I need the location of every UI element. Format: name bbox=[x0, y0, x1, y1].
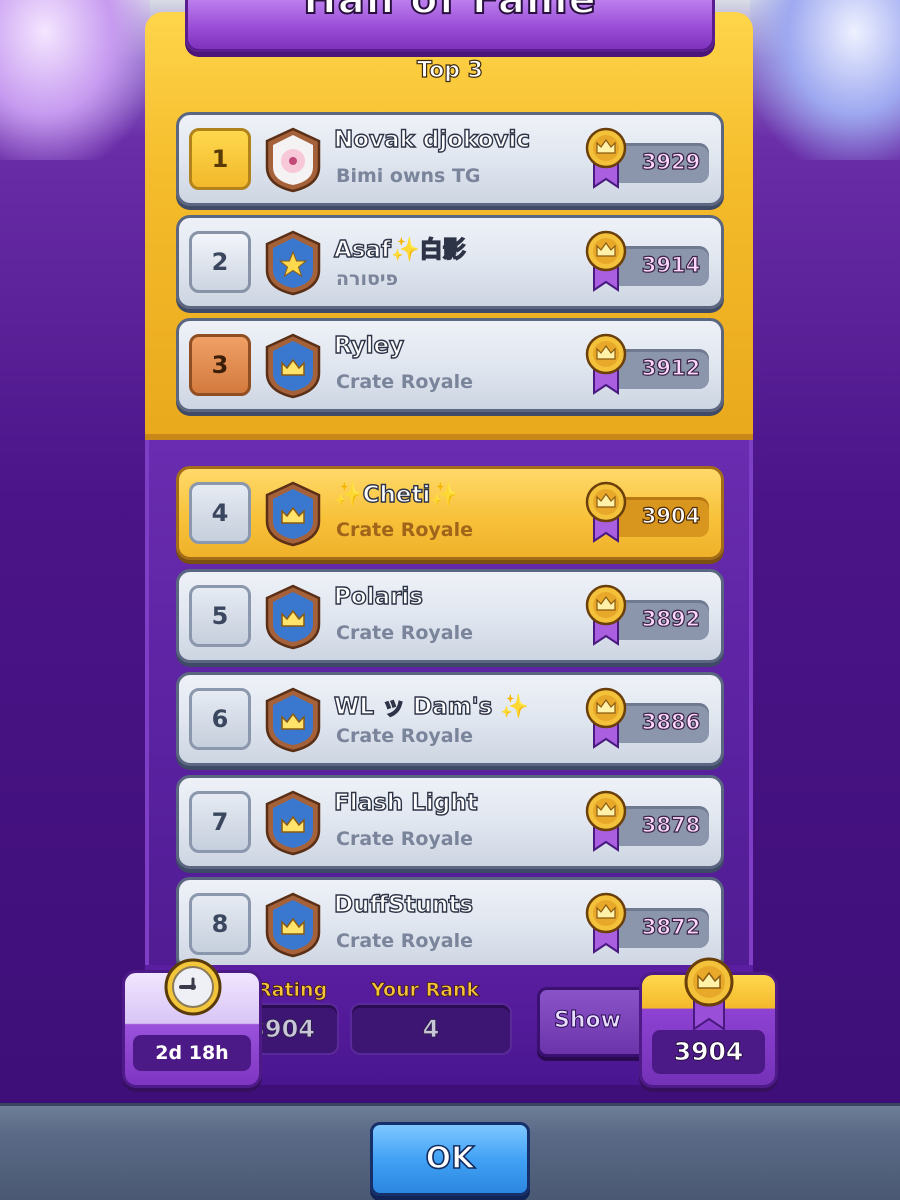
rank-box: 7 bbox=[189, 791, 251, 853]
trophy-value: 3929 bbox=[641, 149, 701, 174]
leaderboard-row[interactable]: 3 Ryley Crate Royale 3912 bbox=[176, 318, 724, 412]
rank-box: 6 bbox=[189, 688, 251, 750]
clan-name: פיסורה bbox=[336, 268, 399, 290]
rank-box: 8 bbox=[189, 893, 251, 955]
crown-badge-icon bbox=[265, 790, 321, 856]
timer-value: 2d 18h bbox=[133, 1035, 251, 1071]
crown-badge-icon bbox=[265, 481, 321, 547]
trophy-value: 3904 bbox=[641, 503, 701, 528]
clan-name: Crate Royale bbox=[336, 828, 474, 850]
trophy-medal-icon bbox=[585, 127, 627, 189]
trophy-value: 3914 bbox=[641, 252, 701, 277]
your-rank-value: 4 bbox=[422, 1015, 440, 1044]
clan-name: Crate Royale bbox=[336, 371, 474, 393]
trophy-medal-icon bbox=[585, 230, 627, 292]
leaderboard-row[interactable]: 4 ✨Cheti✨ Crate Royale 3904 bbox=[176, 466, 724, 560]
trophy-medal-icon bbox=[585, 892, 627, 954]
rank-number: 7 bbox=[211, 808, 229, 836]
crown-badge-icon bbox=[265, 687, 321, 753]
trophy-medal-icon bbox=[585, 333, 627, 395]
clan-name: Crate Royale bbox=[336, 725, 474, 747]
player-name: Novak djokovic bbox=[333, 126, 531, 153]
trophy-medal-icon bbox=[585, 687, 627, 749]
my-trophy-value: 3904 bbox=[652, 1030, 765, 1074]
show-button-label: Show bbox=[554, 1008, 622, 1034]
rating-label: Rating bbox=[257, 979, 328, 1002]
leaderboard-row[interactable]: 2 Asaf✨白影 פיסורה 3914 bbox=[176, 215, 724, 309]
top3-label: Top 3 bbox=[416, 57, 483, 83]
crown-badge-icon bbox=[265, 892, 321, 958]
player-name: Ryley bbox=[333, 332, 405, 359]
title-ribbon: Hall of Fame bbox=[185, 0, 715, 52]
clan-name: Bimi owns TG bbox=[336, 165, 481, 187]
leaderboard-row[interactable]: 5 Polaris Crate Royale 3892 bbox=[176, 569, 724, 663]
rank-number: 4 bbox=[211, 499, 229, 527]
leaderboard-row[interactable]: 7 Flash Light Crate Royale 3878 bbox=[176, 775, 724, 869]
crown-badge-icon bbox=[265, 584, 321, 650]
trophy-medal-icon bbox=[684, 957, 734, 1031]
rank-box: 3 bbox=[189, 334, 251, 396]
star-badge-icon bbox=[265, 230, 321, 296]
rank-number: 5 bbox=[211, 602, 229, 630]
rank-box: 4 bbox=[189, 482, 251, 544]
rank-number: 8 bbox=[211, 910, 229, 938]
trophy-value: 3872 bbox=[641, 914, 701, 939]
rank-number: 3 bbox=[211, 351, 229, 379]
leaderboard-row[interactable]: 1 Novak djokovic Bimi owns TG 3929 bbox=[176, 112, 724, 206]
clan-name: Crate Royale bbox=[336, 930, 474, 952]
player-name: DuffStunts bbox=[333, 891, 474, 918]
trophy-medal-icon bbox=[585, 790, 627, 852]
leaderboard-row[interactable]: 8 DuffStunts Crate Royale 3872 bbox=[176, 877, 724, 971]
season-timer: 2d 18h bbox=[122, 958, 262, 1088]
player-name: WL ッ Dam's ✨ bbox=[333, 693, 529, 720]
rank-box: 5 bbox=[189, 585, 251, 647]
player-name: Flash Light bbox=[333, 789, 478, 816]
trophy-value: 3878 bbox=[641, 812, 701, 837]
your-rank-pill: 4 bbox=[350, 1003, 512, 1055]
rank-number: 6 bbox=[211, 705, 229, 733]
rank-number: 2 bbox=[211, 248, 229, 276]
crown-badge-icon bbox=[265, 333, 321, 399]
trophy-value: 3892 bbox=[641, 606, 701, 631]
clan-name: Crate Royale bbox=[336, 519, 474, 541]
clan-name: Crate Royale bbox=[336, 622, 474, 644]
leaderboard-row[interactable]: 6 WL ッ Dam's ✨ Crate Royale 3886 bbox=[176, 672, 724, 766]
ok-button[interactable]: OK bbox=[370, 1122, 530, 1196]
flower-badge-icon bbox=[265, 127, 321, 193]
trophy-medal-icon bbox=[585, 481, 627, 543]
trophy-medal-icon bbox=[585, 584, 627, 646]
your-rank-label: Your Rank bbox=[371, 979, 480, 1002]
player-name: Asaf✨白影 bbox=[333, 236, 466, 263]
page-title: Hall of Fame bbox=[302, 0, 597, 24]
rank-box: 1 bbox=[189, 128, 251, 190]
player-name: Polaris bbox=[333, 583, 423, 610]
clock-icon bbox=[164, 958, 222, 1016]
footer-bar: OK bbox=[0, 1103, 900, 1200]
ok-button-label: OK bbox=[425, 1140, 475, 1177]
trophy-value: 3912 bbox=[641, 355, 701, 380]
rank-box: 2 bbox=[189, 231, 251, 293]
rank-number: 1 bbox=[211, 145, 229, 173]
player-name: ✨Cheti✨ bbox=[333, 481, 460, 508]
trophy-value: 3886 bbox=[641, 709, 701, 734]
my-trophy-card: 3904 bbox=[639, 957, 778, 1088]
